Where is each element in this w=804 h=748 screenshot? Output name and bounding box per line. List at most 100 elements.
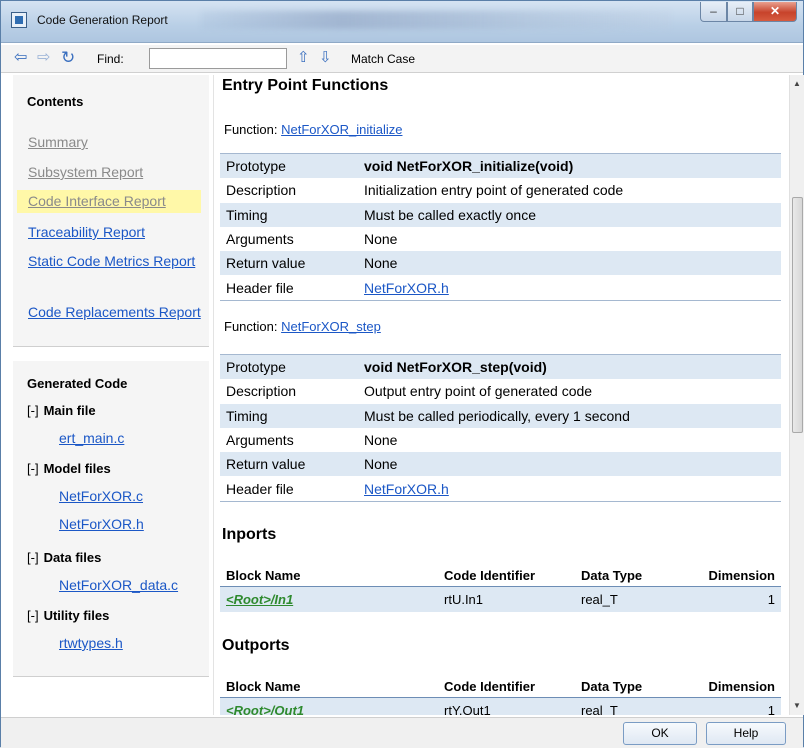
- collapse-toggle[interactable]: [-]: [27, 550, 39, 565]
- back-arrow-icon[interactable]: ⇦: [14, 49, 27, 67]
- content-scrollbar[interactable]: ▲ ▼: [789, 75, 804, 715]
- table-row: Arguments None: [220, 227, 781, 251]
- find-input[interactable]: [149, 48, 287, 69]
- file-link-rtwtypes-h[interactable]: rtwtypes.h: [59, 635, 123, 651]
- nav-subsystem-report-link[interactable]: Subsystem Report: [17, 161, 201, 184]
- collapse-toggle[interactable]: [-]: [27, 403, 39, 418]
- data-type-cell: real_T: [581, 592, 618, 607]
- header-dimension: Dimension: [708, 568, 775, 583]
- header-data-type: Data Type: [581, 679, 643, 694]
- header-dimension: Dimension: [708, 679, 775, 694]
- function-link-initialize[interactable]: NetForXOR_initialize: [281, 122, 402, 137]
- file-link-netforxor-data-c[interactable]: NetForXOR_data.c: [59, 577, 178, 593]
- find-toolbar: ⇦ ⇨ ↻ Find: ⇧ ⇩ Match Case: [1, 45, 803, 73]
- blurred-title-region: [201, 11, 671, 29]
- code-identifier-cell: rtY.Out1: [444, 703, 491, 715]
- row-key: Header file: [226, 480, 294, 497]
- row-key: Arguments: [226, 231, 294, 248]
- row-value: None: [364, 231, 398, 248]
- block-link-out1[interactable]: <Root>/Out1: [226, 703, 304, 715]
- group-utility-files[interactable]: [-] Utility files: [27, 608, 109, 623]
- nav-traceability-report-link[interactable]: Traceability Report: [17, 221, 201, 244]
- close-button[interactable]: ✕: [753, 2, 797, 22]
- function-line-initialize: Function: NetForXOR_initialize: [224, 122, 402, 137]
- dialog-button-bar: OK Help: [1, 717, 803, 748]
- inports-table: Block Name Code Identifier Data Type Dim…: [220, 565, 781, 612]
- help-button[interactable]: Help: [706, 722, 786, 745]
- match-case-toggle[interactable]: Match Case: [351, 52, 415, 66]
- group-title-label: Utility files: [43, 608, 110, 623]
- group-title-label: Main file: [43, 403, 96, 418]
- report-content: Entry Point Functions Function: NetForXO…: [213, 75, 789, 715]
- row-key: Return value: [226, 456, 306, 473]
- outports-title: Outports: [222, 637, 290, 654]
- table-row: Prototype void NetForXOR_step(void): [220, 355, 781, 380]
- maximize-button[interactable]: □: [727, 2, 753, 22]
- table-row: Description Output entry point of generat…: [220, 379, 781, 403]
- find-down-icon[interactable]: ⇩: [319, 49, 332, 67]
- row-value: Output entry point of generated code: [364, 383, 593, 400]
- file-link-ert-main[interactable]: ert_main.c: [59, 430, 124, 446]
- row-key: Arguments: [226, 432, 294, 449]
- row-value: Must be called periodically, every 1 sec…: [364, 407, 630, 424]
- row-key: Timing: [226, 407, 268, 424]
- table-row: Return value None: [220, 251, 781, 276]
- table-row: Timing Must be called exactly once: [220, 202, 781, 227]
- table-row: Timing Must be called periodically, every…: [220, 403, 781, 428]
- forward-arrow-icon[interactable]: ⇨: [37, 49, 50, 67]
- code-identifier-cell: rtU.In1: [444, 592, 484, 607]
- header-file-link[interactable]: NetForXOR.h: [364, 481, 781, 497]
- entry-point-functions-title: Entry Point Functions: [222, 77, 389, 94]
- row-key: Header file: [226, 279, 294, 296]
- table-header: Block Name Code Identifier Data Type Dim…: [220, 565, 781, 587]
- inports-title: Inports: [222, 526, 277, 543]
- minimize-button[interactable]: –: [700, 2, 727, 22]
- table-row: <Root>/In1 rtU.In1 real_T 1: [220, 587, 781, 612]
- scroll-down-arrow-icon[interactable]: ▼: [793, 701, 801, 710]
- function-link-step[interactable]: NetForXOR_step: [281, 319, 381, 334]
- title-bar: Code Generation Report – □ ✕: [1, 1, 803, 43]
- sidebar: Contents Summary Subsystem Report Code I…: [11, 75, 211, 705]
- scrollbar-thumb[interactable]: [792, 197, 803, 433]
- find-up-icon[interactable]: ⇧: [297, 49, 310, 67]
- nav-static-code-metrics-link[interactable]: Static Code Metrics Report: [17, 250, 201, 273]
- window-title: Code Generation Report: [37, 13, 168, 27]
- scroll-up-arrow-icon[interactable]: ▲: [793, 79, 801, 88]
- generated-code-heading: Generated Code: [27, 376, 128, 391]
- header-block-name: Block Name: [226, 568, 301, 583]
- group-title-label: Data files: [43, 550, 102, 565]
- ok-button[interactable]: OK: [623, 722, 697, 745]
- table-header: Block Name Code Identifier Data Type Dim…: [220, 676, 781, 698]
- group-data-files[interactable]: [-] Data files: [27, 550, 101, 565]
- nav-code-interface-report-link[interactable]: Code Interface Report: [17, 190, 201, 213]
- header-block-name: Block Name: [226, 679, 301, 694]
- collapse-toggle[interactable]: [-]: [27, 608, 39, 623]
- file-link-netforxor-c[interactable]: NetForXOR.c: [59, 488, 143, 504]
- app-window-icon: [11, 12, 27, 28]
- nav-code-replacements-link[interactable]: Code Replacements Report: [17, 301, 201, 324]
- group-main-file[interactable]: [-] Main file: [27, 403, 96, 418]
- block-link-in1[interactable]: <Root>/In1: [226, 592, 293, 607]
- row-key: Prototype: [226, 158, 286, 175]
- table-row: <Root>/Out1 rtY.Out1 real_T 1: [220, 698, 781, 715]
- row-value: None: [364, 456, 398, 473]
- find-label: Find:: [97, 52, 124, 66]
- nav-summary-link[interactable]: Summary: [17, 131, 201, 154]
- contents-heading: Contents: [27, 94, 84, 109]
- group-model-files[interactable]: [-] Model files: [27, 461, 111, 476]
- contents-panel: Contents Summary Subsystem Report Code I…: [13, 75, 209, 347]
- refresh-icon[interactable]: ↻: [61, 49, 75, 67]
- generated-code-panel: Generated Code [-] Main file ert_main.c […: [13, 361, 209, 677]
- collapse-toggle[interactable]: [-]: [27, 461, 39, 476]
- row-key: Description: [226, 383, 297, 400]
- report-window: Code Generation Report – □ ✕ ⇦ ⇨ ↻ Find:…: [0, 0, 804, 748]
- row-key: Description: [226, 182, 297, 199]
- header-file-link[interactable]: NetForXOR.h: [364, 280, 781, 296]
- row-value: None: [364, 432, 398, 449]
- table-row: Arguments None: [220, 428, 781, 452]
- function-prefix: Function:: [224, 319, 282, 334]
- group-title-label: Model files: [43, 461, 111, 476]
- file-link-netforxor-h[interactable]: NetForXOR.h: [59, 516, 144, 532]
- table-row: Description Initialization entry point of…: [220, 178, 781, 202]
- table-row: Header file NetForXOR.h: [220, 476, 781, 500]
